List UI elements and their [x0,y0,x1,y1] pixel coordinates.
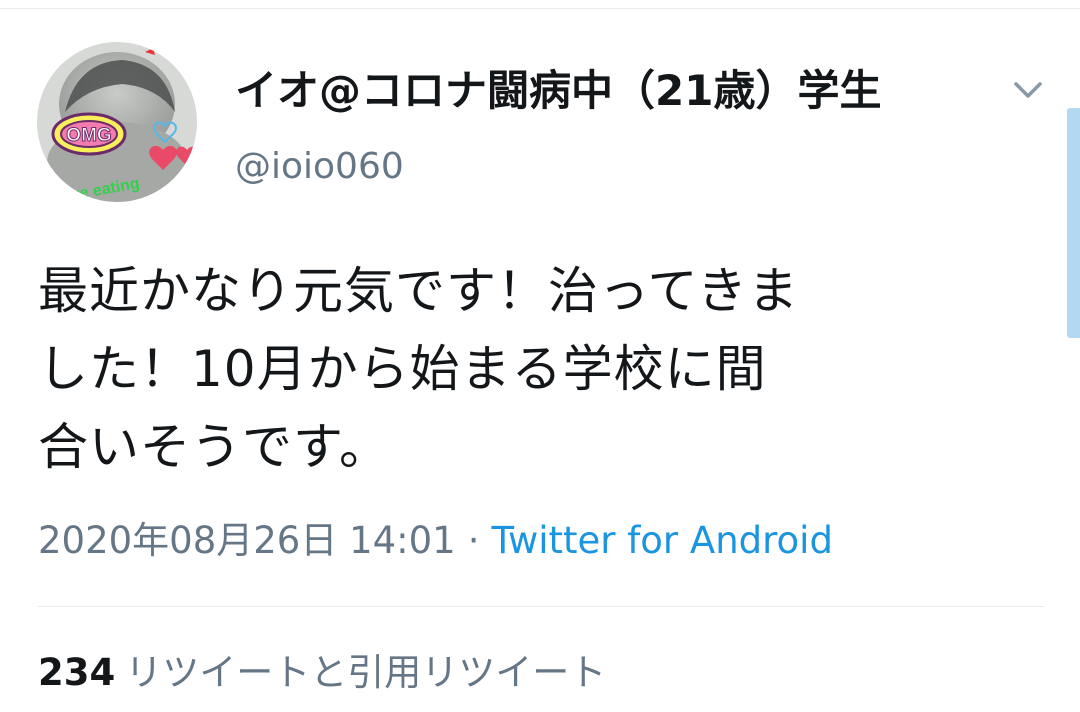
top-divider [0,8,1080,9]
stats-divider [38,606,1044,607]
meta-separator: · [467,519,480,562]
tweet-text: 最近かなり元気です！治ってきま した！10月から始まる学校に間 合いそうです。 [38,262,799,476]
chevron-down-icon[interactable] [1008,74,1048,106]
author-handle[interactable]: @ioio060 [235,145,404,189]
tweet-source-link[interactable]: Twitter for Android [491,519,832,562]
avatar[interactable]: OMG love eating [37,42,197,202]
avatar-photo-icon: OMG love eating [37,42,197,202]
retweet-count: 234 [38,651,116,694]
author-display-name[interactable]: イオ@コロナ闘病中（21歳）学生 [235,66,881,116]
avatar-badge-text: OMG [66,125,111,146]
scrollbar[interactable] [1067,108,1080,338]
retweet-stats[interactable]: 234 リツイートと引用リツイート [38,650,606,696]
tweet-timestamp[interactable]: 2020年08月26日 14:01 [38,519,456,562]
tweet-meta: 2020年08月26日 14:01 · Twitter for Android [38,518,833,564]
tweet-detail-view: OMG love eating イオ@コロナ闘病中（21歳）学生 @ioio06… [0,0,1080,712]
retweet-label: リツイートと引用リツイート [125,651,607,694]
